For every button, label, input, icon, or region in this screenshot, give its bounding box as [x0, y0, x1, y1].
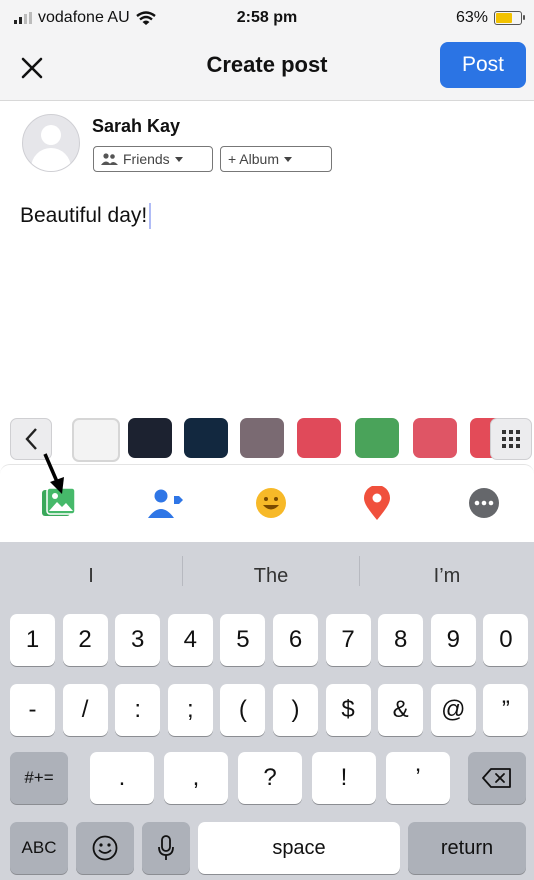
- background-picker: [0, 412, 534, 464]
- caret-down-icon: [174, 156, 183, 162]
- grid-icon[interactable]: [490, 418, 532, 460]
- key-quote[interactable]: ”: [483, 684, 529, 736]
- key-colon[interactable]: :: [115, 684, 161, 736]
- key-four[interactable]: 4: [167, 614, 213, 666]
- key-one[interactable]: 1: [10, 614, 55, 666]
- backspace-icon: [482, 768, 511, 788]
- annotation-arrow-icon: [43, 453, 64, 494]
- microphone-icon: [158, 835, 174, 860]
- avatar[interactable]: [22, 114, 80, 172]
- key-open-paren[interactable]: (: [220, 684, 266, 736]
- key-comma[interactable]: ,: [164, 752, 228, 804]
- swatch-plain[interactable]: [72, 418, 120, 462]
- symbols-switch-key[interactable]: #+=: [10, 752, 68, 804]
- album-selector[interactable]: + Album: [220, 146, 332, 172]
- battery-icon: [494, 11, 525, 25]
- swatch-dark-drops[interactable]: [128, 418, 172, 458]
- key-period[interactable]: .: [90, 752, 154, 804]
- battery-percent: 63%: [455, 9, 488, 26]
- key-eight[interactable]: 8: [378, 614, 424, 666]
- post-tools-bar: [0, 464, 534, 543]
- key-apostrophe[interactable]: ’: [386, 752, 450, 804]
- post-text: Beautiful day!: [20, 204, 148, 227]
- key-seven[interactable]: 7: [325, 614, 371, 666]
- status-time: 2:58 pm: [236, 9, 298, 26]
- return-key[interactable]: return: [408, 822, 526, 874]
- key-dollar[interactable]: $: [325, 684, 371, 736]
- key-ampersand[interactable]: &: [378, 684, 424, 736]
- header: Create post Post: [0, 38, 534, 101]
- status-right: 63%: [455, 9, 525, 27]
- key-at[interactable]: @: [430, 684, 476, 736]
- emoji-icon: [92, 835, 118, 861]
- post-text-input[interactable]: Beautiful day!: [20, 203, 152, 229]
- tag-people-button[interactable]: [148, 485, 184, 521]
- delete-key[interactable]: [468, 752, 526, 804]
- swatch-dark-blue[interactable]: [184, 418, 228, 458]
- swatch-hearts[interactable]: [297, 418, 341, 458]
- location-button[interactable]: [359, 485, 395, 521]
- suggestion-1[interactable]: I: [0, 558, 182, 594]
- status-bar: vodafone AU 2:58 pm 63%: [0, 0, 534, 38]
- key-question[interactable]: ?: [238, 752, 302, 804]
- author-name: Sarah Kay: [92, 116, 181, 136]
- space-key[interactable]: space: [198, 822, 400, 874]
- key-nine[interactable]: 9: [430, 614, 476, 666]
- suggestion-2[interactable]: The: [183, 558, 359, 594]
- suggestion-3[interactable]: I’m: [360, 558, 534, 594]
- swatch-illustration[interactable]: [240, 418, 284, 458]
- dictation-key[interactable]: [142, 822, 190, 874]
- swatch-green[interactable]: [355, 418, 399, 458]
- album-label: + Album: [228, 151, 279, 167]
- tag-people-icon: [148, 489, 183, 518]
- emoji-key[interactable]: [76, 822, 134, 874]
- post-button[interactable]: Post: [440, 42, 526, 88]
- key-semicolon[interactable]: ;: [167, 684, 213, 736]
- audience-selector[interactable]: Friends: [93, 146, 213, 172]
- key-exclamation[interactable]: !: [312, 752, 376, 804]
- key-hyphen[interactable]: -: [10, 684, 55, 736]
- key-zero[interactable]: 0: [483, 614, 529, 666]
- key-five[interactable]: 5: [220, 614, 266, 666]
- text-cursor: [149, 203, 152, 229]
- abc-key[interactable]: ABC: [10, 822, 68, 874]
- feeling-button[interactable]: [253, 485, 289, 521]
- swatch-red[interactable]: [413, 418, 457, 458]
- friends-icon: [101, 153, 118, 165]
- audience-label: Friends: [123, 151, 170, 167]
- caret-down-icon: [283, 156, 292, 162]
- more-button[interactable]: [466, 485, 502, 521]
- key-close-paren[interactable]: ): [273, 684, 318, 736]
- feeling-icon: [256, 488, 286, 518]
- key-two[interactable]: 2: [62, 614, 108, 666]
- location-icon: [364, 486, 390, 520]
- keyboard: I The I’m 1234567890 - /:;() $ & @” #+= . , …: [0, 542, 534, 880]
- key-six[interactable]: 6: [273, 614, 318, 666]
- key-three[interactable]: 3: [115, 614, 161, 666]
- key-slash[interactable]: /: [62, 684, 108, 736]
- more-icon: [469, 488, 499, 518]
